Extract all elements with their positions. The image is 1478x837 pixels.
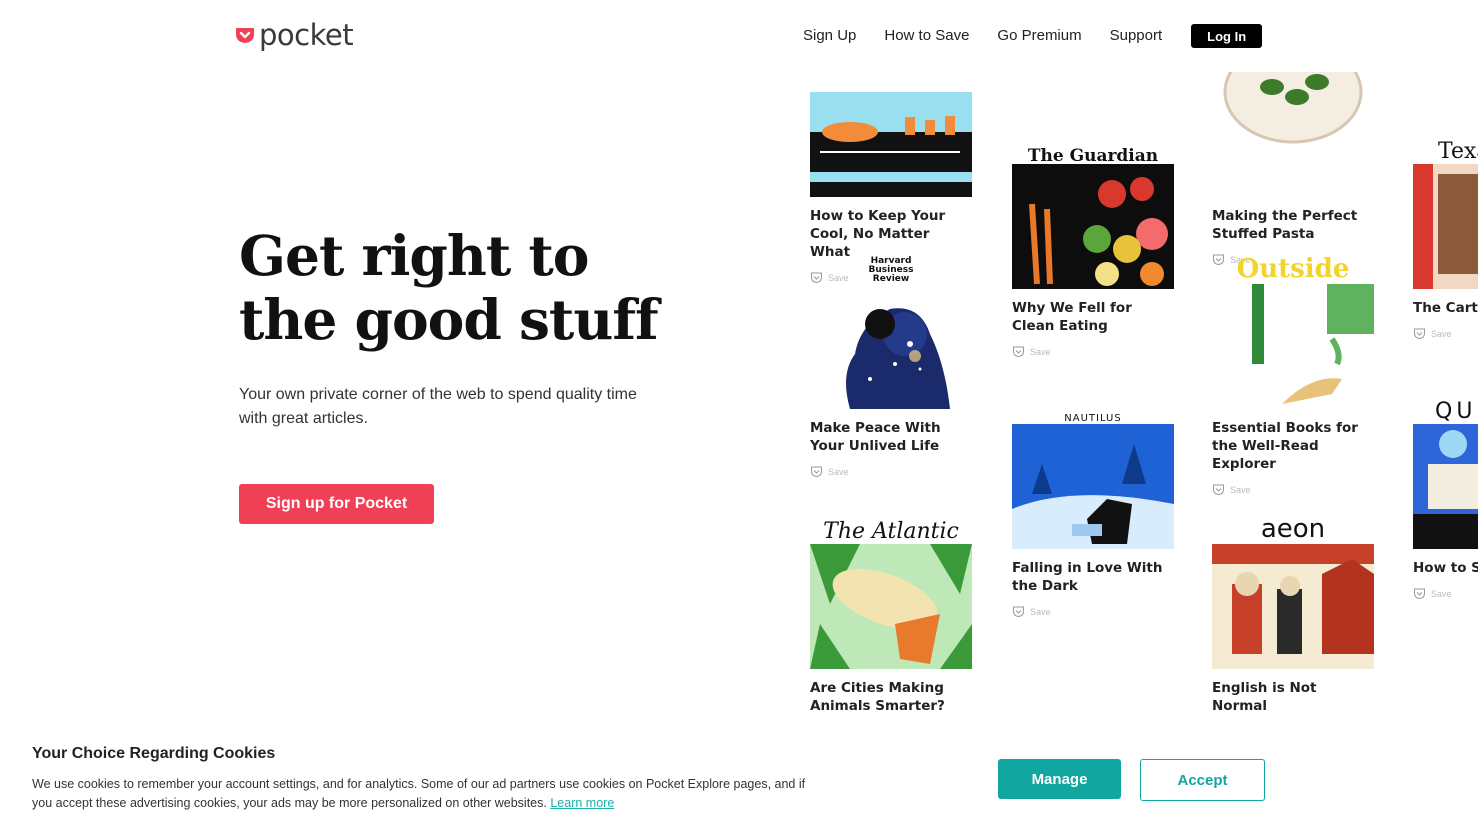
article-image	[1413, 164, 1478, 289]
save-icon	[1414, 328, 1425, 340]
article-image	[1212, 544, 1374, 669]
learn-more-link[interactable]: Learn more	[550, 796, 614, 810]
article-card[interactable]: Outside Essential Books for the Well-Rea…	[1212, 252, 1374, 496]
save-control[interactable]: Save	[1413, 587, 1478, 600]
publisher-logo: Harvard Business Review	[868, 256, 914, 284]
save-icon	[811, 466, 822, 478]
article-card[interactable]: Texas The Carte Save	[1413, 132, 1478, 340]
article-card[interactable]: aeon English is Not Normal	[1212, 512, 1374, 715]
article-image	[810, 544, 972, 669]
save-label: Save	[1030, 606, 1051, 617]
publisher-logo: Texas	[1438, 139, 1478, 164]
save-label: Save	[1030, 346, 1051, 357]
publisher-logo: Outside	[1236, 254, 1350, 284]
article-title[interactable]: Why We Fell for Clean Eating	[1012, 299, 1174, 335]
save-control[interactable]: Save	[810, 465, 972, 478]
article-title[interactable]: Essential Books for the Well-Read Explor…	[1212, 419, 1374, 473]
logo-text: pocket	[259, 18, 354, 52]
nav-sign-up[interactable]: Sign Up	[803, 24, 856, 48]
publisher-logo: The Guardian	[1027, 146, 1159, 166]
article-image	[1012, 424, 1174, 549]
save-label: Save	[828, 466, 849, 477]
article-card[interactable]: Making the Perfect Stuffed Pasta Save	[1212, 72, 1374, 266]
nav-how-to-save[interactable]: How to Save	[884, 24, 969, 48]
save-label: Save	[1431, 588, 1452, 599]
article-image	[810, 284, 972, 409]
cookie-title: Your Choice Regarding Cookies	[32, 745, 276, 762]
article-title[interactable]: The Carte	[1413, 299, 1478, 317]
publisher-logo: aeon	[1260, 514, 1326, 544]
cookie-text: We use cookies to remember your account …	[32, 775, 812, 813]
article-card[interactable]: NAUTILUS Falling in Love With the Dark S…	[1012, 392, 1174, 618]
publisher-logo: QU	[1435, 399, 1477, 424]
manage-button[interactable]: Manage	[998, 759, 1121, 799]
article-title[interactable]: Are Cities Making Animals Smarter?	[810, 679, 972, 715]
publisher-logo: NAUTILUS	[1064, 413, 1122, 424]
pocket-logo[interactable]: pocket	[235, 18, 354, 52]
save-icon	[1213, 484, 1224, 496]
article-image	[810, 72, 972, 197]
save-control[interactable]: Save	[1012, 605, 1174, 618]
cookie-description: We use cookies to remember your account …	[32, 777, 806, 810]
article-grid: How to Keep Your Cool, No Matter What Sa…	[800, 72, 1478, 737]
hero-title-line-2: the good stuff	[239, 287, 659, 352]
save-icon	[1013, 606, 1024, 618]
hero-subtitle: Your own private corner of the web to sp…	[239, 386, 637, 427]
cookie-banner: Your Choice Regarding Cookies We use coo…	[0, 737, 1478, 837]
pocket-logo-icon	[236, 28, 254, 43]
save-label: Save	[1230, 484, 1251, 495]
article-title[interactable]: Make Peace With Your Unlived Life	[810, 419, 972, 455]
save-control[interactable]: Save	[1413, 327, 1478, 340]
nav-go-premium[interactable]: Go Premium	[997, 24, 1081, 48]
publisher-logo: The Atlantic	[823, 519, 959, 544]
save-icon	[1013, 346, 1024, 358]
signup-cta-button[interactable]: Sign up for Pocket	[239, 484, 434, 524]
save-label: Save	[1431, 328, 1452, 339]
article-card[interactable]: The Atlantic Are Cities Making Animals S…	[810, 512, 972, 715]
nav-support[interactable]: Support	[1110, 24, 1163, 48]
article-title[interactable]: How to St Day Bette	[1413, 559, 1478, 577]
article-title[interactable]: Making the Perfect Stuffed Pasta	[1212, 207, 1374, 243]
article-image	[1413, 424, 1478, 549]
save-control[interactable]: Save	[1212, 483, 1374, 496]
article-card[interactable]: Harvard Business Review Make Peace With …	[810, 252, 972, 478]
save-control[interactable]: Save	[1012, 345, 1174, 358]
hero-title: Get right to the good stuff	[239, 224, 699, 352]
article-image	[1012, 164, 1174, 289]
accept-button[interactable]: Accept	[1140, 759, 1265, 801]
article-card[interactable]: The Guardian Why We Fell for Clean Eatin…	[1012, 132, 1174, 358]
article-image	[1212, 72, 1374, 197]
hero-title-line-1: Get right to	[239, 223, 589, 288]
top-nav: Sign Up How to Save Go Premium Support L…	[803, 24, 1263, 48]
article-image	[1212, 284, 1374, 409]
login-button[interactable]: Log In	[1191, 24, 1263, 48]
article-title[interactable]: English is Not Normal	[1212, 679, 1374, 715]
article-title[interactable]: Falling in Love With the Dark	[1012, 559, 1174, 595]
save-icon	[1414, 588, 1425, 600]
article-card[interactable]: QU How to St Day Bette Save	[1413, 392, 1478, 600]
